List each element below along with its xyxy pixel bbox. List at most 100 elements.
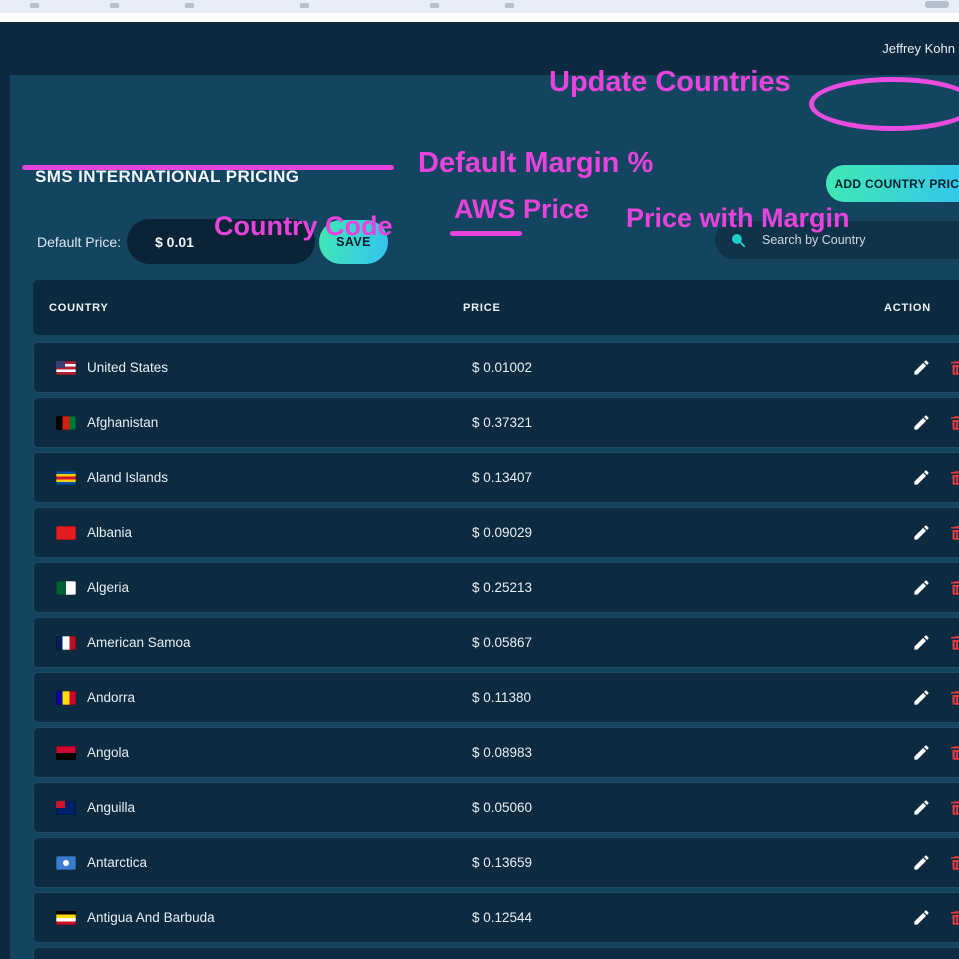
country-name: Angola (87, 745, 129, 760)
trash-icon[interactable] (948, 414, 959, 432)
trash-icon[interactable] (948, 689, 959, 707)
country-flag-icon (56, 636, 76, 650)
table-row: Antigua And Barbuda $ 0.12544 (33, 892, 959, 943)
row-actions (912, 798, 959, 817)
row-actions (912, 358, 959, 377)
edit-icon[interactable] (912, 468, 931, 487)
edit-icon[interactable] (912, 688, 931, 707)
country-name: Aland Islands (87, 470, 168, 485)
row-actions (912, 523, 959, 542)
row-actions (912, 853, 959, 872)
trash-icon[interactable] (948, 469, 959, 487)
bookmark-remnant (110, 3, 119, 8)
table-row: American Samoa$ 0.05867 (33, 617, 959, 668)
page-title: SMS INTERNATIONAL PRICING (35, 167, 299, 187)
table-row: Aland Islands $ 0.13407 (33, 452, 959, 503)
edit-icon[interactable] (912, 413, 931, 432)
row-actions (912, 578, 959, 597)
row-actions (912, 468, 959, 487)
country-name: Andorra (87, 690, 135, 705)
country-name: American Samoa (87, 635, 191, 650)
trash-icon[interactable] (948, 854, 959, 872)
row-actions (912, 633, 959, 652)
default-price-label: Default Price: (37, 234, 121, 250)
country-name: Anguilla (87, 800, 135, 815)
trash-icon[interactable] (948, 634, 959, 652)
trash-icon[interactable] (948, 909, 959, 927)
edit-icon[interactable] (912, 578, 931, 597)
country-flag-icon (56, 581, 76, 595)
table-row: Anguilla $ 0.05060 (33, 782, 959, 833)
app-header: Jeffrey Kohn (0, 22, 959, 75)
search-box[interactable] (715, 221, 959, 259)
table-row: Algeria$ 0.25213 (33, 562, 959, 613)
country-name: Antigua And Barbuda (87, 910, 215, 925)
country-flag-icon (56, 801, 76, 815)
pricing-table: COUNTRY PRICE ACTION United States $ 0.01… (33, 280, 959, 959)
left-edge-strip (0, 75, 10, 959)
column-header-country: COUNTRY (33, 302, 109, 314)
bookmark-remnant (300, 3, 309, 8)
column-header-price: PRICE (463, 302, 501, 314)
country-flag-icon (56, 911, 76, 925)
table-row: Argentina$ 0.09059 (33, 947, 959, 959)
country-flag-icon (56, 526, 76, 540)
screen: Jeffrey Kohn SMS INTERNATIONAL PRICING A… (0, 0, 959, 959)
trash-icon[interactable] (948, 744, 959, 762)
price-value: $ 0.05060 (472, 800, 532, 815)
country-flag-icon (56, 691, 76, 705)
browser-divider (0, 13, 959, 22)
trash-icon[interactable] (948, 524, 959, 542)
table-header-row: COUNTRY PRICE ACTION (33, 280, 959, 335)
default-price-input[interactable] (127, 219, 315, 264)
price-value: $ 0.13659 (472, 855, 532, 870)
table-row: Albania $ 0.09029 (33, 507, 959, 558)
table-row: Afghanistan $ 0.37321 (33, 397, 959, 448)
country-name: United States (87, 360, 168, 375)
browser-chrome-remnant (0, 0, 959, 13)
edit-icon[interactable] (912, 523, 931, 542)
row-actions (912, 413, 959, 432)
browser-toolbar-remnant (925, 1, 949, 8)
bookmark-remnant (30, 3, 39, 8)
country-flag-icon (56, 416, 76, 430)
trash-icon[interactable] (948, 579, 959, 597)
bookmark-remnant (505, 3, 514, 8)
trash-icon[interactable] (948, 799, 959, 817)
edit-icon[interactable] (912, 798, 931, 817)
country-name: Albania (87, 525, 132, 540)
edit-icon[interactable] (912, 908, 931, 927)
edit-icon[interactable] (912, 743, 931, 762)
search-icon (729, 231, 748, 250)
price-value: $ 0.01002 (472, 360, 532, 375)
price-value: $ 0.11380 (472, 690, 531, 705)
search-input[interactable] (760, 232, 944, 248)
table-row: Angola$ 0.08983 (33, 727, 959, 778)
table-body: United States $ 0.01002 Afghanistan $ 0.37… (33, 342, 959, 959)
add-country-price-button[interactable]: ADD COUNTRY PRICE (826, 165, 959, 202)
user-name[interactable]: Jeffrey Kohn (882, 41, 959, 56)
country-flag-icon (56, 361, 76, 375)
bookmark-remnant (185, 3, 194, 8)
country-flag-icon (56, 856, 76, 870)
row-actions (912, 688, 959, 707)
row-actions (912, 908, 959, 927)
price-value: $ 0.12544 (472, 910, 532, 925)
save-button[interactable]: SAVE (319, 220, 388, 264)
table-row: Antarctica $ 0.13659 (33, 837, 959, 888)
country-name: Afghanistan (87, 415, 158, 430)
edit-icon[interactable] (912, 853, 931, 872)
country-name: Antarctica (87, 855, 147, 870)
price-value: $ 0.13407 (472, 470, 532, 485)
country-flag-icon (56, 471, 76, 485)
price-value: $ 0.09029 (472, 525, 532, 540)
edit-icon[interactable] (912, 358, 931, 377)
country-name: Algeria (87, 580, 129, 595)
edit-icon[interactable] (912, 633, 931, 652)
main-content: SMS INTERNATIONAL PRICING ADD COUNTRY PR… (0, 75, 959, 959)
country-flag-icon (56, 746, 76, 760)
table-row: United States $ 0.01002 (33, 342, 959, 393)
price-value: $ 0.37321 (472, 415, 532, 430)
row-actions (912, 743, 959, 762)
trash-icon[interactable] (948, 359, 959, 377)
